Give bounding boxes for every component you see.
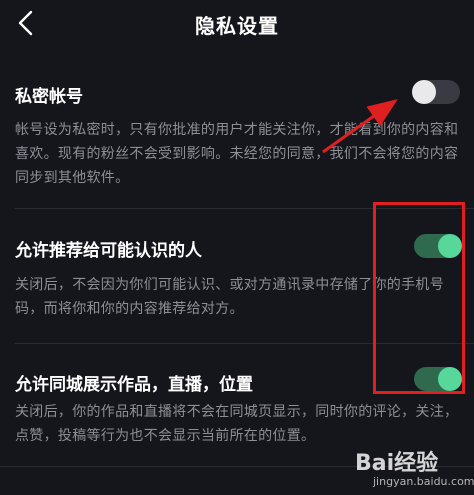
watermark-url: jingyan.baidu.com [373,475,474,488]
annotation-highlight-box [373,202,465,394]
baidu-jingyan-watermark: Bai经验 jingyan.baidu.com [355,445,474,493]
watermark-logo: Bai经验 [355,451,439,476]
